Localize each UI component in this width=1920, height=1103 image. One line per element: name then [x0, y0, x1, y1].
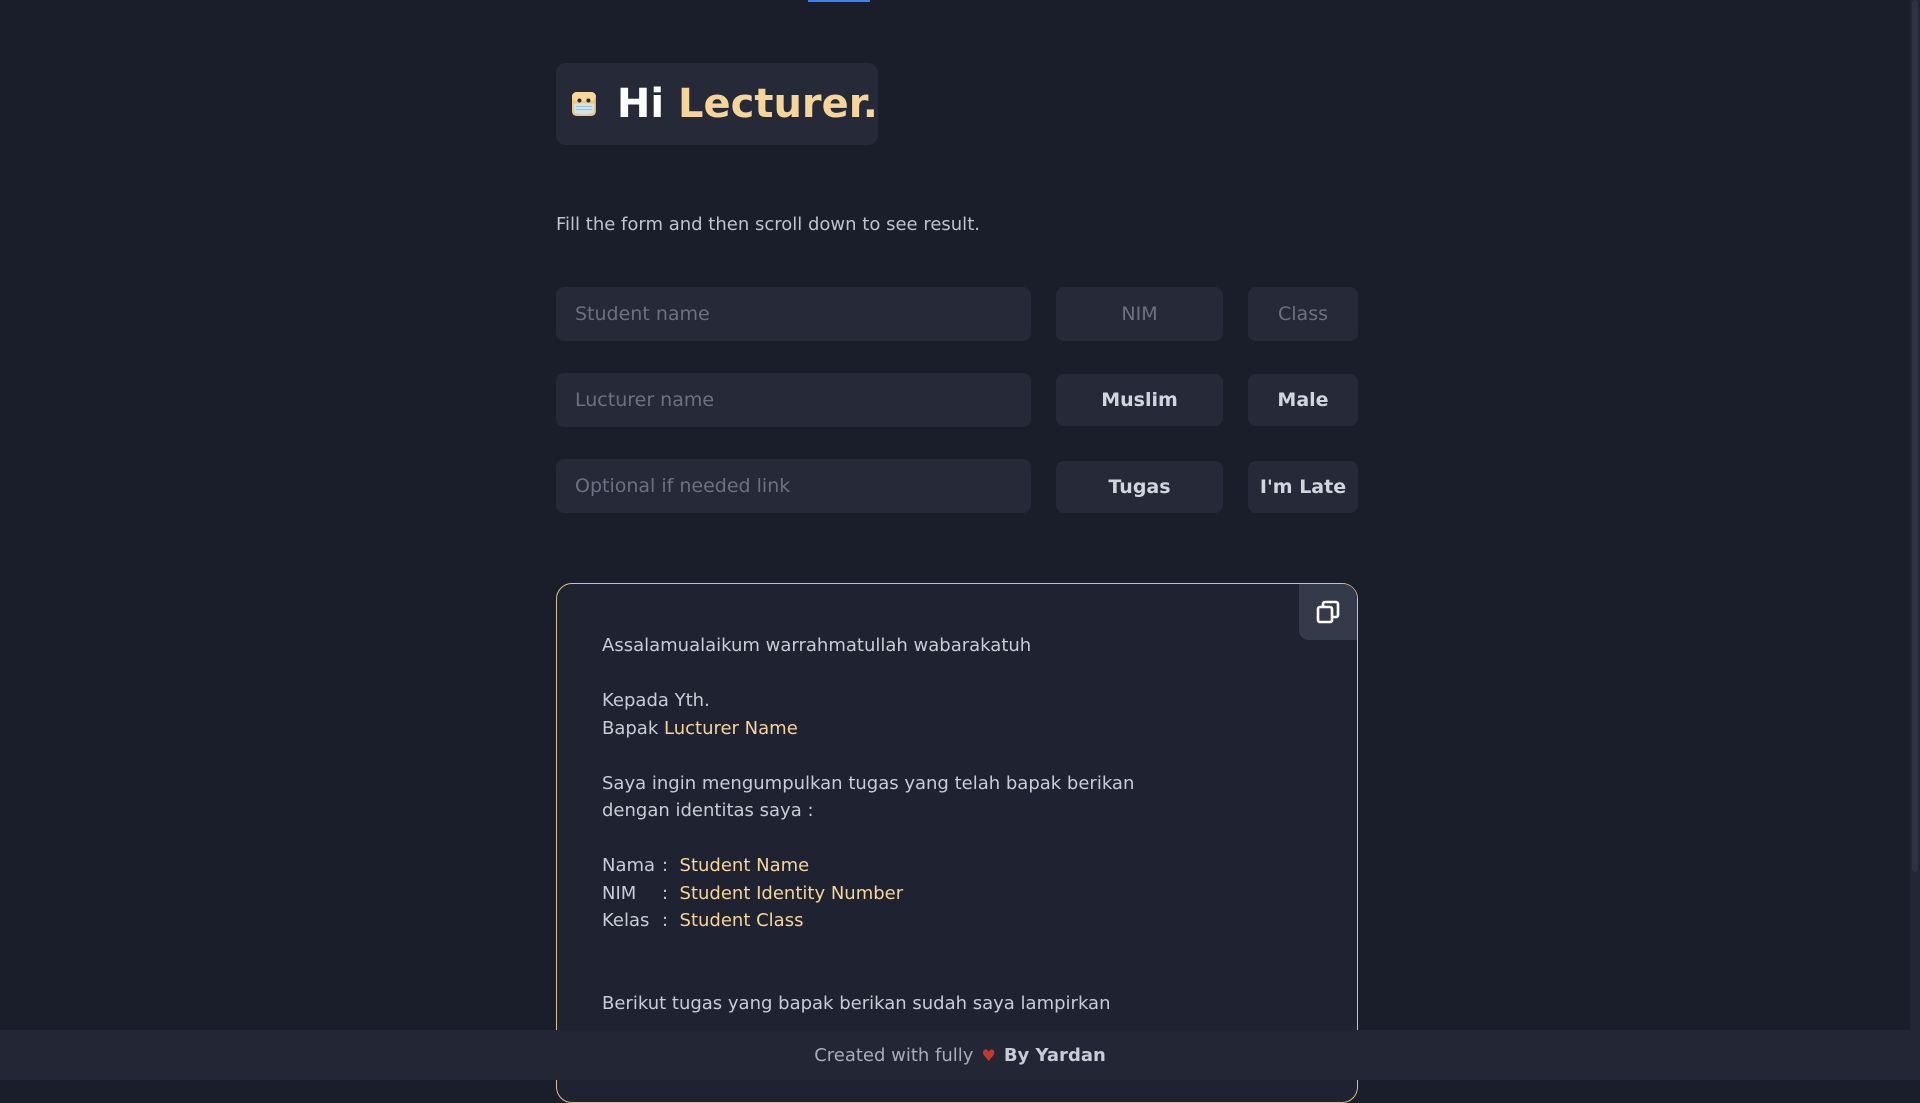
face-mask-icon: [571, 92, 596, 116]
type-toggle-button[interactable]: Tugas: [1056, 461, 1223, 513]
intro-text: Fill the form and then scroll down to se…: [556, 214, 980, 235]
copy-button[interactable]: [1299, 584, 1357, 640]
result-card: Assalamualaikum warrahmatullah wabarakat…: [556, 583, 1358, 1103]
student-name-value: Student Name: [679, 855, 810, 876]
kelas-row: Kelas: Student Class: [602, 907, 1134, 935]
result-letter: Assalamualaikum warrahmatullah wabarakat…: [602, 632, 1134, 1017]
kelas-separator: :: [662, 910, 669, 931]
scrollbar[interactable]: [1910, 0, 1920, 1030]
nama-separator: :: [662, 855, 669, 876]
class-input[interactable]: [1248, 287, 1358, 341]
late-toggle-button[interactable]: I'm Late: [1248, 461, 1358, 513]
copy-icon: [1316, 600, 1340, 624]
nim-row: NIM: Student Identity Number: [602, 880, 1134, 908]
salam-line: Assalamualaikum warrahmatullah wabarakat…: [602, 635, 1032, 656]
lecturer-name-input[interactable]: [556, 373, 1031, 427]
footer: Created with fully ♥ By Yardan: [0, 1030, 1920, 1080]
body-line-1: Saya ingin mengumpulkan tugas yang telah…: [602, 772, 1135, 794]
nim-separator: :: [662, 882, 669, 904]
scrollbar-thumb[interactable]: [1912, 0, 1918, 872]
student-name-input[interactable]: [556, 287, 1031, 341]
nim-input[interactable]: [1056, 287, 1223, 341]
nama-label: Nama: [602, 855, 656, 876]
religion-toggle-button[interactable]: Muslim: [1056, 374, 1223, 426]
bapak-line: Bapak Lucturer Name: [602, 715, 1134, 743]
top-tab-indicator: [808, 0, 870, 2]
gender-toggle-button[interactable]: Male: [1248, 374, 1358, 426]
hero-card: Hi Lecturer.: [556, 63, 878, 145]
kelas-label: Kelas: [602, 910, 650, 931]
page-title: Hi Lecturer.: [617, 81, 878, 127]
nim-label: NIM: [602, 882, 637, 904]
heart-icon: ♥: [981, 1045, 996, 1065]
greeting-name: Lecturer.: [678, 81, 878, 127]
greeting-text: Hi: [616, 81, 665, 127]
nama-row: Nama: Student Name: [602, 852, 1134, 880]
bapak-prefix: Bapak: [602, 717, 659, 739]
footer-prefix: Created with fully: [814, 1044, 974, 1066]
lecturer-name-value: Lucturer Name: [664, 717, 798, 739]
student-class-value: Student Class: [679, 910, 804, 931]
author-credit: By Yardan: [1003, 1044, 1106, 1066]
closing-line-1: Berikut tugas yang bapak berikan sudah s…: [602, 992, 1111, 1014]
body-line-2: dengan identitas saya :: [602, 800, 814, 821]
kepada-line: Kepada Yth.: [602, 690, 710, 711]
link-input[interactable]: [556, 459, 1031, 513]
student-nim-value: Student Identity Number: [679, 882, 904, 904]
